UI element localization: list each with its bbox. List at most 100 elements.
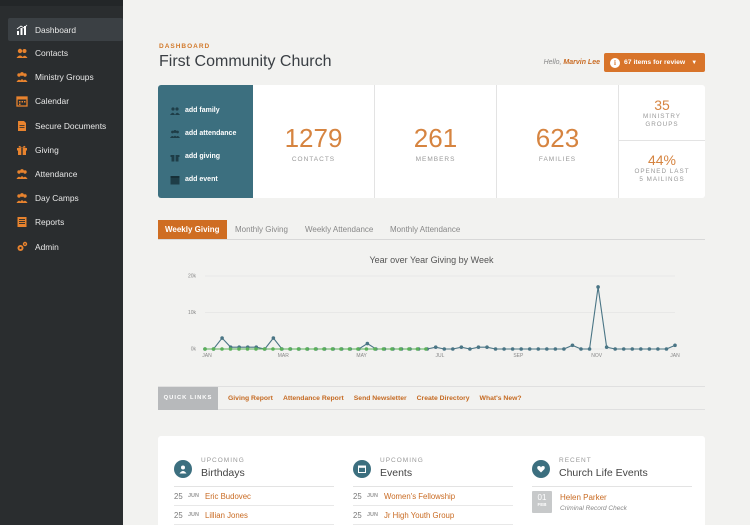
attendance-icon [16,168,28,180]
column-title: Church Life Events [559,467,648,479]
data-point [381,347,386,351]
sidebar-item-label: Admin [35,241,59,252]
sidebar-item-day-camps[interactable]: Day Camps [0,186,123,210]
sidebar-item-attendance[interactable]: Attendance [0,162,123,186]
data-point [493,347,498,351]
sidebar-item-ministry-groups[interactable]: Ministry Groups [0,65,123,89]
data-point [510,347,515,351]
divider [532,486,692,487]
stat-value: 44% [647,152,677,168]
life-events-column: RECENT Church Life Events 01 FEB Helen P… [532,436,692,513]
add-event-button[interactable]: add event [158,168,253,191]
row-day: 25 [353,510,362,520]
document-icon [16,120,28,132]
date-month: FEB [537,502,547,507]
activity-panel: UPCOMING Birthdays 25 JUN Eric Budovec 2… [158,436,705,525]
data-point [262,347,267,351]
data-point [424,347,428,351]
data-point [347,347,352,351]
list-item[interactable]: 25 JUN Jr High Youth Group [353,506,513,525]
add-giving-button[interactable]: add giving [158,145,253,168]
sidebar-item-secure-documents[interactable]: Secure Documents [0,114,123,138]
link-giving-report[interactable]: Giving Report [228,395,273,402]
sidebar-item-label: Attendance [35,169,78,180]
user-name[interactable]: Marvin Lee [563,59,600,66]
add-attendance-button[interactable]: add attendance [158,122,253,145]
data-point [211,347,216,351]
heart-icon [532,460,550,478]
column-kicker: UPCOMING [380,457,424,464]
stat-label: MEMBERS [415,156,456,163]
data-point [296,347,301,351]
chart-title: Year over Year Giving by Week [369,255,494,265]
data-point [220,336,224,340]
tab-monthly-giving[interactable]: Monthly Giving [228,220,295,239]
stats-panel: add family add attendance add giving add… [158,85,705,198]
review-items-button[interactable]: i 67 items for review ▼ [604,53,705,72]
add-family-button[interactable]: add family [158,99,253,122]
review-label: 67 items for review [624,59,686,66]
giving-chart: 20k 10k 0k JAN MAR MAY JUL SEP NOV JAN [188,274,680,360]
stat-ministry-groups[interactable]: 35 MINISTRY GROUPS [619,85,705,141]
data-point [587,347,592,351]
chart-tabs: Weekly Giving Monthly Giving Weekly Atte… [158,220,705,240]
row-name[interactable]: Women's Fellowship [384,492,455,501]
list-item[interactable]: 25 JUN Eric Budovec [174,487,334,506]
calendar-icon [170,175,180,185]
sidebar-item-dashboard[interactable]: Dashboard [8,18,123,41]
stat-members[interactable]: 261 MEMBERS [375,85,497,198]
y-tick-label: 10k [188,310,197,316]
row-name[interactable]: Eric Budovec [205,492,251,501]
data-point [433,345,438,349]
data-point [305,347,309,351]
stat-contacts[interactable]: 1279 CONTACTS [253,85,375,198]
link-send-newsletter[interactable]: Send Newsletter [354,395,407,402]
data-point [604,345,609,349]
sidebar-item-contacts[interactable]: Contacts [0,41,123,65]
sidebar-item-giving[interactable]: Giving [0,138,123,162]
sidebar-item-label: Calendar [35,96,69,107]
sidebar-top-strip [0,0,123,6]
data-point [390,347,394,351]
life-event-name[interactable]: Helen Parker [560,493,627,502]
sidebar-item-calendar[interactable]: Calendar [0,89,123,113]
data-point [485,345,489,349]
data-point [639,347,643,351]
data-point [502,347,506,351]
tab-weekly-attendance[interactable]: Weekly Attendance [298,220,380,239]
x-tick-label: MAY [356,353,367,359]
tab-monthly-attendance[interactable]: Monthly Attendance [383,220,467,239]
attendance-group-icon [170,129,180,139]
y-tick-label: 0k [191,347,197,353]
row-month: JUN [188,512,200,518]
row-day: 25 [353,491,362,501]
data-point [451,347,455,351]
stat-families[interactable]: 623 FAMILIES [497,85,619,198]
data-point [365,341,370,346]
stat-opened-mailings[interactable]: 44% OPENED LAST 5 MAILINGS [619,142,705,198]
data-point [562,347,566,351]
link-whats-new[interactable]: What's New? [480,395,522,402]
link-create-directory[interactable]: Create Directory [417,395,470,402]
list-item[interactable]: 25 JUN Women's Fellowship [353,487,513,506]
tab-weekly-giving[interactable]: Weekly Giving [158,220,227,239]
action-label: add giving [185,153,220,160]
row-name[interactable]: Lillian Jones [205,511,248,520]
sidebar-item-admin[interactable]: Admin [0,235,123,259]
column-header: UPCOMING Events [353,457,513,479]
greeting: Hello, Marvin Lee [544,59,600,66]
sidebar-item-reports[interactable]: Reports [0,210,123,234]
x-tick-label: SEP [513,353,524,359]
series-line [205,286,676,350]
column-title: Events [380,467,413,479]
column-title: Birthdays [201,467,245,479]
report-icon [16,216,28,228]
data-point [203,347,207,351]
list-item[interactable]: 25 JUN Lillian Jones [174,506,334,525]
row-name[interactable]: Jr High Youth Group [384,511,454,520]
life-event-item[interactable]: 01 FEB Helen Parker Criminal Record Chec… [532,491,692,513]
quick-links-label: QUICK LINKS [158,386,218,410]
data-point [647,347,652,351]
date-day: 01 [537,493,547,502]
link-attendance-report[interactable]: Attendance Report [283,395,344,402]
